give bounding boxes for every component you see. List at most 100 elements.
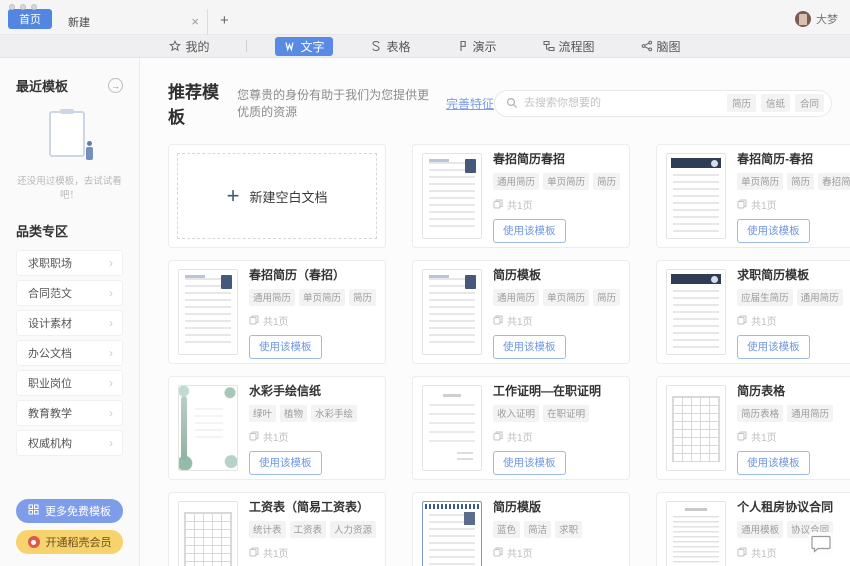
- template-card[interactable]: 求职简历模板 应届生简历 通用简历 共1页 使用该模板: [656, 260, 850, 364]
- template-tags: 通用简历 单页简历 简历: [493, 172, 621, 190]
- use-template-button[interactable]: 使用该模板: [493, 334, 566, 359]
- close-tab-icon[interactable]: ×: [191, 15, 199, 28]
- use-template-button[interactable]: 使用该模板: [737, 218, 810, 243]
- template-title: 水彩手绘信纸: [249, 383, 322, 398]
- page-subtitle: 您尊贵的身份有助于我们为您提供更优质的资源: [237, 88, 430, 119]
- search-tag[interactable]: 简历: [726, 94, 756, 112]
- template-thumbnail[interactable]: [666, 153, 727, 239]
- template-thumbnail[interactable]: [666, 501, 727, 566]
- template-title: 简历表格: [737, 383, 786, 398]
- nav-tab-slides[interactable]: 演示: [448, 37, 506, 56]
- template-card[interactable]: 简历模板 通用简历 单页简历 简历 共1页 使用该模板: [412, 260, 631, 364]
- category-list: 求职职场 › 合同范文 › 设计素材 › 办公文档 › 职业岗位 › 教育教学 › 权威机构 ›: [16, 250, 123, 460]
- template-thumbnail[interactable]: [178, 269, 238, 355]
- recent-templates-arrow-icon[interactable]: →: [108, 78, 123, 93]
- app-window: 首页 新建 × + 大梦 我的 文字 表格 演示 流程图 脑图 最近模板 → 还没用过模板…: [0, 0, 850, 566]
- user-account[interactable]: 大梦: [795, 11, 838, 27]
- page-count: 共1页: [263, 432, 289, 444]
- template-card[interactable]: 春招简历-春招单页简历简历春招简历共1页使用该模板: [656, 144, 850, 248]
- template-tag: 简洁: [524, 520, 552, 538]
- close-window-icon[interactable]: [9, 4, 15, 10]
- template-thumbnail[interactable]: [422, 501, 483, 566]
- nav-tab-writer[interactable]: 文字: [275, 36, 334, 56]
- chevron-right-icon: ›: [109, 436, 113, 450]
- search-tag[interactable]: 信纸: [760, 94, 790, 112]
- page-count: 共1页: [751, 200, 777, 212]
- template-tag: 绿叶: [249, 404, 277, 422]
- complete-profile-link[interactable]: 完善特征: [446, 95, 494, 112]
- template-tag: 简历: [349, 288, 377, 306]
- template-tag: 通用模板: [737, 520, 784, 538]
- plus-icon: +: [226, 183, 240, 208]
- template-tags: 应届生简历 通用简历: [737, 288, 850, 306]
- page-icon: [737, 199, 747, 209]
- use-template-button[interactable]: 使用该模板: [493, 218, 566, 243]
- template-tags: 简历表格 通用简历: [737, 404, 850, 422]
- template-thumbnail[interactable]: [178, 385, 238, 471]
- sidebar-category-item[interactable]: 职业岗位 ›: [16, 370, 123, 396]
- sidebar-category-item[interactable]: 权威机构 ›: [16, 430, 123, 456]
- star-icon: [169, 40, 182, 52]
- template-card[interactable]: 工资表（简易工资表）统计表工资表人力资源共1页使用该模板: [168, 492, 387, 566]
- template-search-bar[interactable]: 简历信纸合同: [494, 89, 832, 117]
- template-card[interactable]: 工作证明—在职证明 收入证明 在职证明 共1页 使用该模板: [412, 376, 631, 480]
- use-template-button[interactable]: 使用该模板: [737, 450, 810, 475]
- new-blank-document-card[interactable]: + 新建空白文档: [168, 144, 387, 248]
- more-free-templates-button[interactable]: 更多免费模板: [16, 499, 123, 523]
- template-thumbnail[interactable]: [422, 385, 483, 471]
- user-avatar[interactable]: [795, 11, 811, 27]
- template-thumbnail[interactable]: [666, 385, 727, 471]
- nav-tab-label: 文字: [300, 39, 325, 54]
- blank-card-label: 新建空白文档: [249, 189, 328, 205]
- page-count: 共1页: [751, 316, 777, 328]
- minimize-window-icon[interactable]: [20, 4, 26, 10]
- zoom-window-icon[interactable]: [31, 4, 37, 10]
- nav-tab-flowchart[interactable]: 流程图: [534, 37, 604, 56]
- nav-tab-mine[interactable]: 我的: [160, 37, 218, 56]
- page-count: 共1页: [751, 432, 777, 444]
- search-tag[interactable]: 合同: [794, 94, 824, 112]
- vip-membership-label: 开通稻壳会员: [45, 537, 112, 549]
- sidebar-category-item[interactable]: 办公文档 ›: [16, 340, 123, 366]
- page-count: 共1页: [507, 548, 533, 560]
- template-card[interactable]: 水彩手绘信纸 绿叶 植物 水彩手绘 共1页 使用该模板: [168, 376, 387, 480]
- mindmap-icon: [641, 40, 653, 52]
- search-input[interactable]: [524, 97, 721, 109]
- sidebar-category-item[interactable]: 合同范文 ›: [16, 280, 123, 306]
- template-tag: 通用简历: [493, 172, 540, 190]
- template-card[interactable]: 春招简历春招 通用简历 单页简历 简历 共1页 使用该模板: [412, 144, 631, 248]
- sidebar-category-item[interactable]: 设计素材 ›: [16, 310, 123, 336]
- template-title: 春招简历春招: [493, 151, 566, 166]
- home-tab-button[interactable]: 首页: [8, 9, 52, 29]
- sidebar-category-item[interactable]: 求职职场 ›: [16, 250, 123, 276]
- template-thumbnail[interactable]: [178, 501, 238, 566]
- use-template-button[interactable]: 使用该模板: [249, 450, 322, 475]
- page-icon: [493, 547, 503, 557]
- use-template-button[interactable]: 使用该模板: [249, 334, 322, 359]
- traffic-lights[interactable]: [9, 4, 37, 10]
- template-tags: 通用简历 单页简历 简历: [249, 288, 377, 306]
- template-thumbnail[interactable]: [422, 269, 483, 355]
- template-tag: 通用简历: [796, 288, 843, 306]
- nav-tab-label: 表格: [386, 39, 411, 54]
- sidebar-category-item[interactable]: 教育教学 ›: [16, 400, 123, 426]
- nav-tab-sheet[interactable]: 表格: [361, 37, 419, 56]
- page-icon: [249, 315, 259, 325]
- new-tab-button[interactable]: +: [220, 13, 229, 28]
- vip-membership-button[interactable]: 开通稻壳会员: [16, 530, 123, 554]
- template-card[interactable]: 简历模版蓝色简洁求职共1页使用该模板: [412, 492, 631, 566]
- chevron-right-icon: ›: [109, 406, 113, 420]
- use-template-button[interactable]: 使用该模板: [737, 334, 810, 359]
- template-tag: 单页简历: [737, 172, 784, 190]
- nav-tab-mindmap[interactable]: 脑图: [632, 37, 690, 56]
- template-thumbnail[interactable]: [666, 269, 727, 355]
- chat-feedback-button[interactable]: [808, 532, 834, 556]
- category-label: 权威机构: [28, 438, 72, 450]
- template-thumbnail[interactable]: [422, 153, 483, 239]
- use-template-button[interactable]: 使用该模板: [493, 450, 566, 475]
- template-card[interactable]: 简历表格简历表格 通用简历共1页使用该模板: [656, 376, 850, 480]
- nav-tab-label: 流程图: [558, 39, 595, 54]
- sidebar: 最近模板 → 还没用过模板，去试试看吧！ 品类专区 求职职场 › 合同范文 › 设计素材…: [0, 58, 140, 566]
- document-tab[interactable]: 新建 ×: [58, 9, 208, 34]
- template-card[interactable]: 春招简历（春招） 通用简历 单页简历 简历 共1页 使用该模板: [168, 260, 387, 364]
